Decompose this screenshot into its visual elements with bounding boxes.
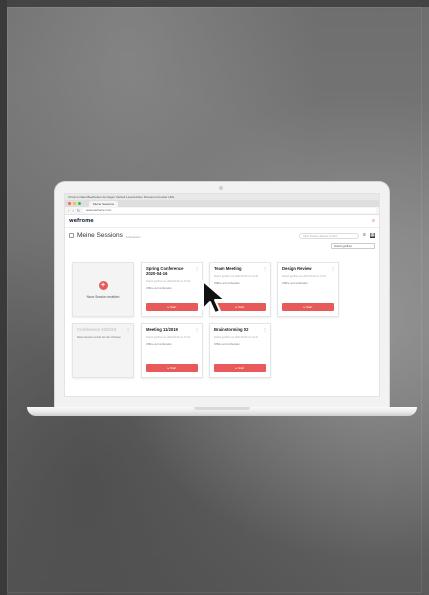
- more-options-icon[interactable]: ⋮: [126, 327, 130, 332]
- session-count: 6 Sessions: [125, 234, 141, 239]
- session-card[interactable]: Spring Conference 2020-04-16 ⋮ Zuletzt g…: [141, 262, 203, 317]
- session-card[interactable]: Brainstorming 02 ⋮ Zuletzt geöffnet vor …: [209, 323, 271, 378]
- new-session-label: Neue Session erstellen: [86, 294, 120, 299]
- session-status: Diese Session wurde bei der Vorlesen: [77, 336, 121, 339]
- start-button[interactable]: ▸ Start: [282, 303, 334, 311]
- address-bar: ‹ › ↻ www.wefrome.com: [65, 207, 379, 215]
- session-last-opened: Zuletzt geöffnet vor 2020-04-08 um 13:42: [214, 336, 258, 339]
- maximize-window-icon[interactable]: [78, 202, 81, 205]
- page-title-row: Meine Sessions 6 Sessions Nach Session-N…: [65, 228, 379, 243]
- app-header: wefrome ≡: [65, 215, 379, 228]
- page-title: Meine Sessions: [77, 232, 123, 239]
- sort-row: Zuletzt geöffnet: [65, 243, 379, 251]
- search-input[interactable]: Nach Session-Namen suchen: [299, 232, 359, 239]
- session-last-opened: Zuletzt geöffnet vor 2020-04-08 um 13:45: [214, 275, 258, 278]
- plus-icon: +: [98, 280, 108, 290]
- list-view-icon[interactable]: ≡: [362, 233, 367, 238]
- reload-icon[interactable]: ↻: [77, 208, 80, 213]
- more-options-icon[interactable]: ⋮: [195, 266, 199, 271]
- session-title: Team Meeting: [214, 266, 242, 271]
- session-title: Spring Conference 2020-04-16: [146, 266, 184, 276]
- session-last-opened: Zuletzt geöffnet vor 2020-04-08 um 13:46: [146, 280, 190, 283]
- start-button[interactable]: ▸ Start: [214, 364, 266, 372]
- browser-tab[interactable]: Meine Sessions: [89, 200, 119, 207]
- url-field[interactable]: www.wefrome.com: [83, 208, 376, 213]
- session-status: Offline und vorbereitet: [214, 343, 240, 346]
- grid-view-icon[interactable]: ▦: [370, 233, 375, 238]
- start-button[interactable]: ▸ Start: [146, 303, 198, 311]
- more-options-icon[interactable]: ⋮: [263, 266, 267, 271]
- menu-icon[interactable]: ≡: [372, 218, 375, 224]
- session-status: Offline und vorbereitet: [282, 282, 308, 285]
- sessions-icon: [69, 233, 74, 238]
- session-status: Offline und vorbereitet: [146, 343, 172, 346]
- session-last-opened: Zuletzt geöffnet vor 2020-04-08 um 13:44: [282, 275, 326, 278]
- back-icon[interactable]: ‹: [68, 208, 69, 213]
- session-title: Meeting 11/2019: [146, 327, 178, 332]
- session-title: Design Review: [282, 266, 312, 271]
- session-title: Brainstorming 02: [214, 327, 249, 332]
- session-card[interactable]: Design Review ⋮ Zuletzt geöffnet vor 202…: [277, 262, 339, 317]
- webcam-icon: [219, 186, 223, 190]
- more-options-icon[interactable]: ⋮: [263, 327, 267, 332]
- mac-menu-items[interactable]: Chrome Datei Bearbeiten Anzeigen Verlauf…: [68, 195, 174, 199]
- more-options-icon[interactable]: ⋮: [195, 327, 199, 332]
- start-button[interactable]: ▸ Start: [146, 364, 198, 372]
- app-logo[interactable]: wefrome: [69, 218, 94, 224]
- new-session-card[interactable]: + Neue Session erstellen: [72, 262, 134, 317]
- forward-icon[interactable]: ›: [72, 208, 73, 213]
- browser-tab-bar: Meine Sessions: [65, 200, 379, 207]
- session-last-opened: Zuletzt geöffnet vor 2020-04-08 um 13:43: [146, 336, 190, 339]
- close-window-icon[interactable]: [68, 202, 71, 205]
- laptop-base: [27, 407, 417, 416]
- photo-left-edge: [0, 0, 7, 595]
- laptop-notch: [194, 407, 250, 410]
- archived-session-card[interactable]: Conference 03/2019 ⋮ Diese Session wurde…: [72, 323, 134, 378]
- mouse-pointer-icon: [202, 280, 226, 314]
- photo-top-edge: [0, 0, 429, 7]
- session-title: Conference 03/2019: [77, 327, 117, 332]
- session-status: Offline und vorbereitet: [146, 287, 172, 290]
- session-card[interactable]: Meeting 11/2019 ⋮ Zuletzt geöffnet vor 2…: [141, 323, 203, 378]
- sort-dropdown[interactable]: Zuletzt geöffnet: [331, 243, 375, 249]
- minimize-window-icon[interactable]: [73, 202, 76, 205]
- more-options-icon[interactable]: ⋮: [331, 266, 335, 271]
